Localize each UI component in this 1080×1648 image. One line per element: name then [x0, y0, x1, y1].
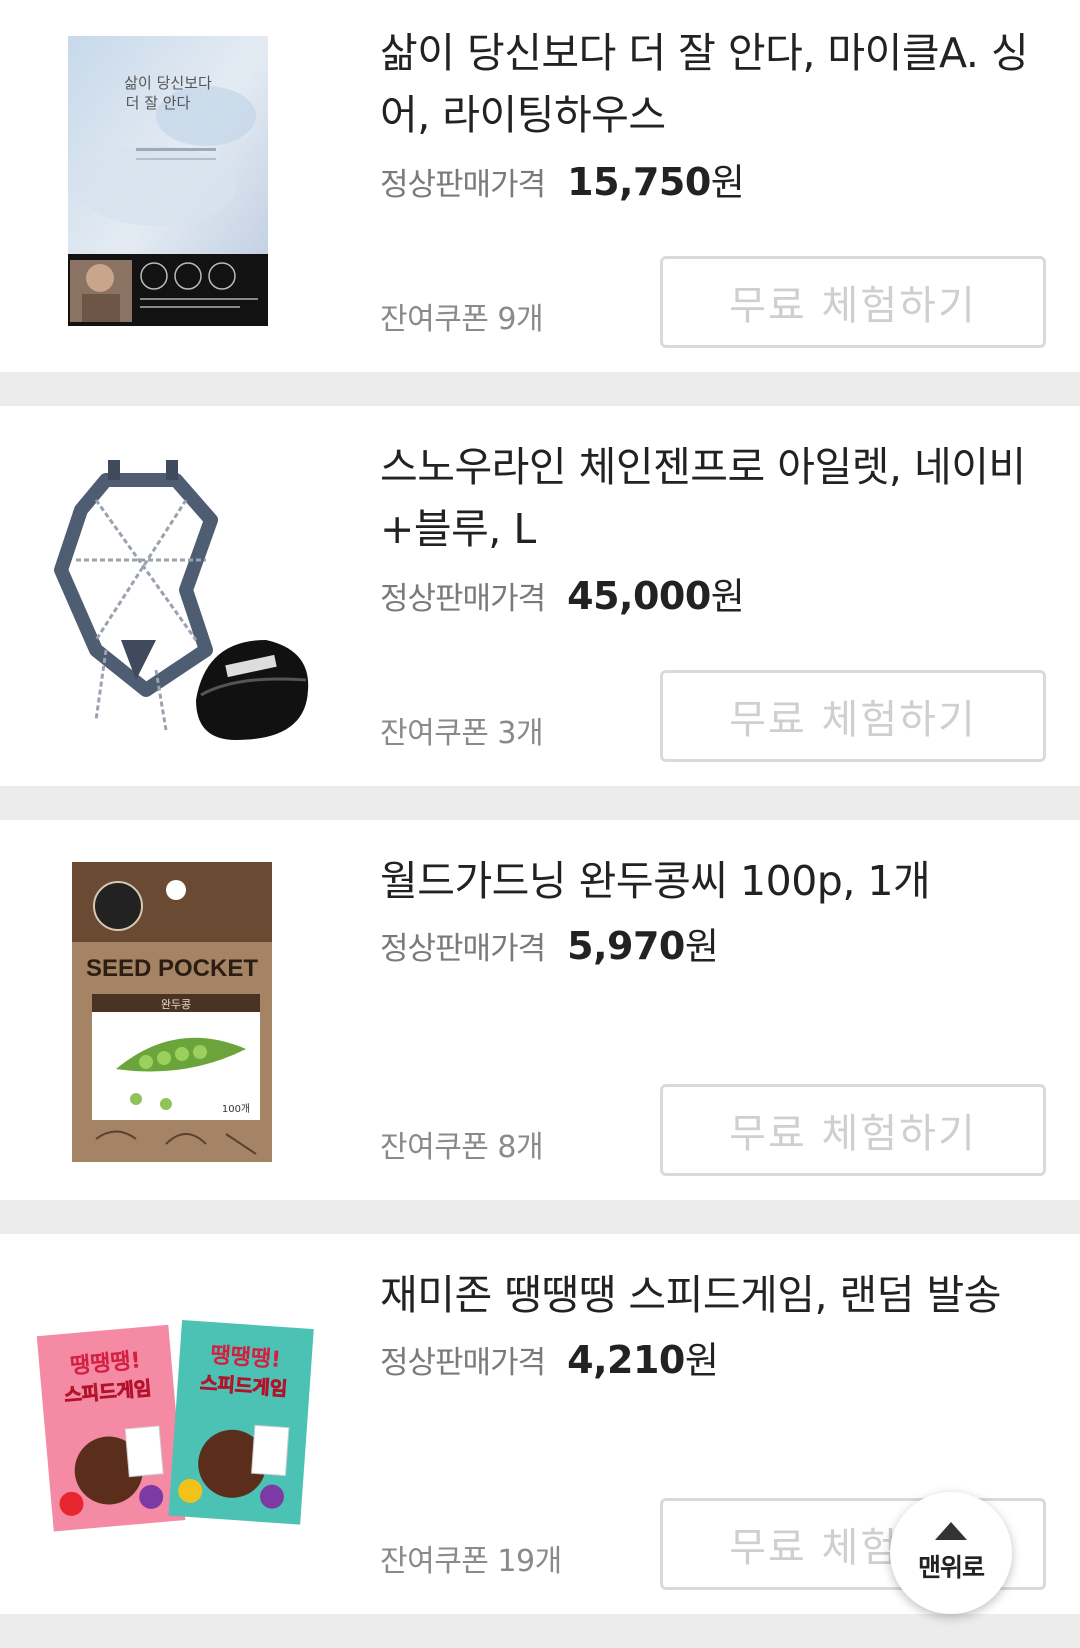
- product-title[interactable]: 삶이 당신보다 더 잘 안다, 마이클A. 싱어, 라이팅하우스: [380, 22, 1040, 146]
- scroll-to-top-label: 맨위로: [917, 1553, 985, 1582]
- free-trial-button[interactable]: 무료 체험하기: [660, 670, 1046, 762]
- price-unit: 원: [684, 1339, 719, 1382]
- price-row: 정상판매가격 15,750원: [380, 152, 745, 206]
- scroll-to-top-button[interactable]: 맨위로: [890, 1492, 1012, 1614]
- product-card[interactable]: 스노우라인 체인젠프로 아일렛, 네이비+블루, L 정상판매가격 45,000원…: [0, 406, 1080, 786]
- price-row: 정상판매가격 45,000원: [380, 566, 745, 620]
- price-value: 4,210: [567, 1338, 685, 1382]
- price-value: 15,750: [567, 160, 711, 204]
- price-label: 정상판매가격: [380, 167, 546, 203]
- price-value: 45,000: [567, 574, 711, 618]
- price-row: 정상판매가격 4,210원: [380, 1330, 719, 1384]
- product-title[interactable]: 월드가드닝 완두콩씨 100p, 1개: [380, 850, 1040, 912]
- price-label: 정상판매가격: [380, 581, 546, 617]
- product-image-card-game[interactable]: 땡땡땡! 스피드게임 땡땡땡! 스피드게임: [36, 1268, 316, 1580]
- price-unit: 원: [710, 161, 745, 204]
- remaining-coupon: 잔여쿠폰 19개: [380, 1544, 562, 1579]
- remaining-coupon: 잔여쿠폰 3개: [380, 716, 544, 751]
- seed-brand-text: SEED POCKET: [86, 955, 258, 982]
- price-unit: 원: [710, 575, 745, 618]
- product-title[interactable]: 재미존 땡땡땡 스피드게임, 랜덤 발송: [380, 1264, 1040, 1326]
- free-trial-button[interactable]: 무료 체험하기: [660, 256, 1046, 348]
- price-label: 정상판매가격: [380, 1345, 546, 1381]
- arrow-up-icon: [935, 1522, 967, 1540]
- product-card[interactable]: 삶이 당신보다 더 잘 안다 삶이 당신보다 더 잘 안다, 마이클A. 싱어,…: [0, 0, 1080, 372]
- product-image-crampon[interactable]: [36, 440, 316, 752]
- free-trial-button[interactable]: 무료 체험하기: [660, 1084, 1046, 1176]
- product-title[interactable]: 스노우라인 체인젠프로 아일렛, 네이비+블루, L: [380, 436, 1040, 560]
- product-image-seed[interactable]: SEED POCKET 완두콩 100개: [36, 854, 316, 1166]
- seed-variety-text: 완두콩: [161, 998, 191, 1011]
- book-title-line2: 더 잘 안다: [126, 94, 191, 112]
- product-image-book[interactable]: 삶이 당신보다 더 잘 안다: [36, 26, 316, 338]
- price-row: 정상판매가격 5,970원: [380, 916, 719, 970]
- price-label: 정상판매가격: [380, 931, 546, 967]
- book-title-line1: 삶이 당신보다: [124, 74, 212, 92]
- product-card[interactable]: SEED POCKET 완두콩 100개 월드가드닝 완두콩씨 100p, 1개…: [0, 820, 1080, 1200]
- price-unit: 원: [684, 925, 719, 968]
- remaining-coupon: 잔여쿠폰 8개: [380, 1130, 544, 1165]
- price-value: 5,970: [567, 924, 685, 968]
- game-box-title-2: 땡땡땡!: [209, 1343, 281, 1373]
- seed-count-text: 100개: [222, 1103, 250, 1115]
- remaining-coupon: 잔여쿠폰 9개: [380, 302, 544, 337]
